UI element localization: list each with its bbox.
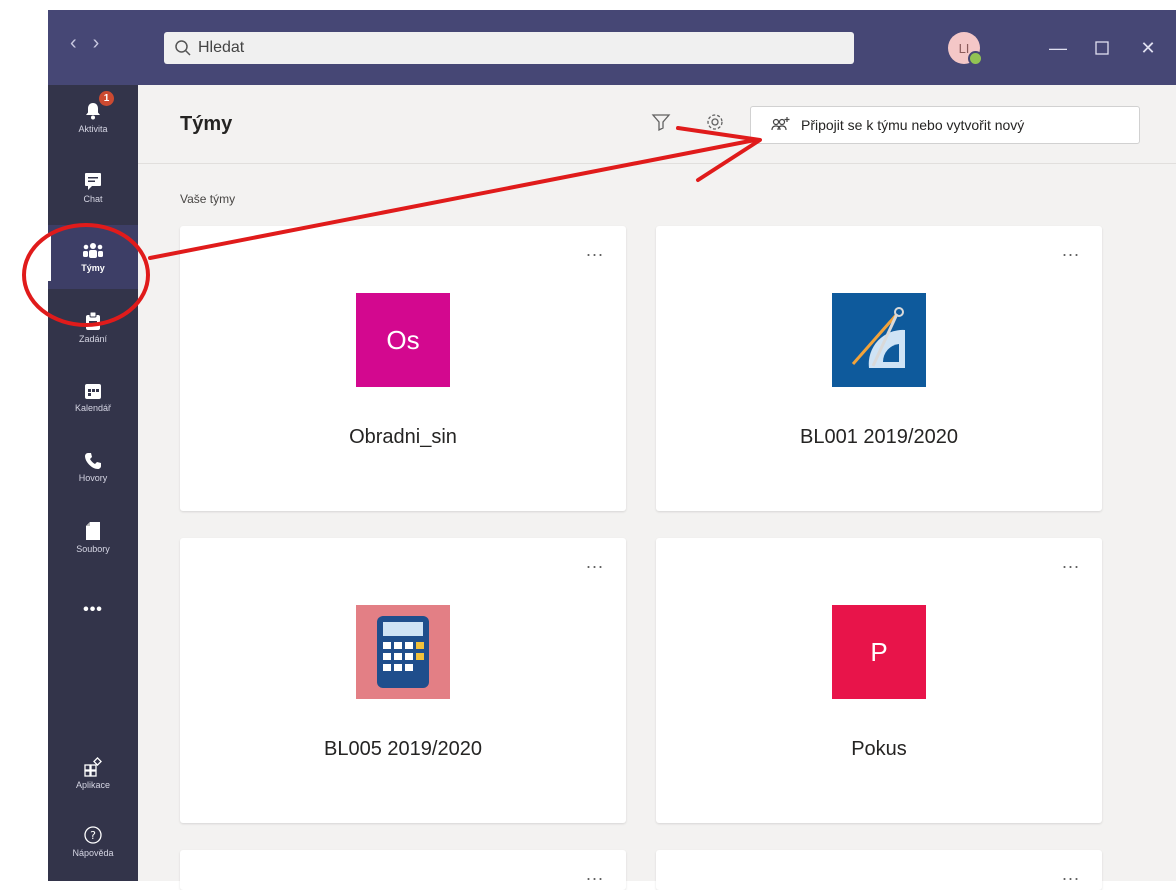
chevron-left-icon[interactable]: ‹: [70, 32, 93, 54]
rail-item-more[interactable]: •••: [48, 590, 138, 630]
rail-item-label: Chat: [83, 193, 103, 204]
gear-icon[interactable]: [704, 111, 726, 133]
rail-item-label: Soubory: [76, 543, 110, 554]
team-tile: P: [832, 605, 926, 699]
assignments-icon: [86, 311, 100, 330]
rail-item-chat[interactable]: Chat: [48, 155, 138, 219]
rail-item-files[interactable]: Soubory: [48, 505, 138, 569]
rail-item-calls[interactable]: Hovory: [48, 435, 138, 499]
files-icon: [86, 521, 100, 540]
team-name: BL005 2019/2020: [324, 738, 482, 760]
page-header: Týmy Připojit se k týmu nebo vytvořit no…: [138, 85, 1176, 164]
calculator-icon: [377, 616, 429, 688]
add-team-icon: [771, 117, 790, 131]
join-button-label: Připojit se k týmu nebo vytvořit nový: [801, 117, 1025, 133]
avatar[interactable]: LI: [948, 32, 983, 66]
search-input[interactable]: Hledat: [164, 32, 854, 64]
maximize-button[interactable]: [1082, 32, 1122, 64]
svg-text:?: ?: [90, 829, 96, 842]
close-icon: ✕: [1140, 37, 1156, 58]
filter-icon[interactable]: [650, 111, 672, 133]
rail-item-label: Hovory: [78, 472, 108, 483]
join-or-create-team-button[interactable]: Připojit se k týmu nebo vytvořit nový: [750, 106, 1140, 144]
team-name: BL001 2019/2020: [800, 426, 958, 448]
minimize-button[interactable]: —: [1038, 32, 1078, 64]
rail-item-label: Nápověda: [72, 847, 114, 858]
team-initials: P: [870, 636, 888, 667]
avatar-initials: LI: [958, 40, 970, 56]
calendar-icon: [85, 383, 101, 399]
main-panel: Týmy Připojit se k týmu nebo vytvořit no…: [138, 85, 1176, 890]
more-options-icon[interactable]: ...: [1062, 240, 1080, 261]
rail-item-label: Kalendář: [74, 402, 112, 413]
team-name: Pokus: [851, 738, 907, 760]
history-nav: ‹›: [70, 32, 115, 55]
maximize-icon: [1095, 41, 1109, 55]
team-card[interactable]: ...: [656, 850, 1102, 890]
rail-item-label: Aplikace: [75, 779, 111, 790]
chevron-right-icon[interactable]: ›: [93, 32, 116, 54]
rail-item-apps[interactable]: Aplikace: [48, 741, 138, 805]
teams-icon: [83, 242, 103, 258]
page-title: Týmy: [180, 113, 233, 135]
window-frame-left: [0, 0, 48, 881]
team-card[interactable]: ... P Pokus: [656, 538, 1102, 823]
rail-item-assignments[interactable]: Zadání: [48, 295, 138, 359]
help-icon: ?: [84, 825, 102, 844]
more-icon: •••: [83, 601, 103, 618]
rail-item-teams[interactable]: Týmy: [48, 225, 138, 289]
team-card[interactable]: ...: [180, 850, 626, 890]
team-tile: Os: [356, 293, 450, 387]
search-placeholder: Hledat: [198, 39, 245, 56]
rail-item-label: Aktivita: [78, 123, 108, 134]
more-options-icon[interactable]: ...: [586, 864, 604, 885]
title-bar: ‹› Hledat LI — ✕: [48, 10, 1176, 85]
rail-item-help[interactable]: ? Nápověda: [48, 809, 138, 873]
team-tile: [832, 293, 926, 387]
phone-icon: [85, 452, 101, 469]
minimize-icon: —: [1049, 37, 1067, 58]
team-name: Obradni_sin: [349, 426, 457, 448]
activity-badge: 1: [99, 91, 114, 106]
more-options-icon[interactable]: ...: [586, 552, 604, 573]
window-frame-top: [0, 0, 1176, 10]
apps-icon: [84, 756, 102, 777]
team-card[interactable]: ... Os Obradni_sin: [180, 226, 626, 511]
team-card[interactable]: ... BL001 2019/2020: [656, 226, 1102, 511]
geometry-tools-icon: [851, 307, 905, 368]
close-button[interactable]: ✕: [1128, 32, 1168, 64]
rail-item-activity[interactable]: 1 Aktivita: [48, 85, 138, 149]
team-initials: Os: [386, 324, 420, 355]
rail-item-label: Zadání: [78, 333, 108, 344]
rail-item-label: Týmy: [81, 262, 105, 273]
search-icon: [175, 40, 191, 56]
more-options-icon[interactable]: ...: [586, 240, 604, 261]
team-tile: [356, 605, 450, 699]
chat-icon: [85, 172, 101, 190]
section-label: Vaše týmy: [180, 192, 236, 206]
team-card[interactable]: ... BL005 2019/2020: [180, 538, 626, 823]
more-options-icon[interactable]: ...: [1062, 552, 1080, 573]
app-rail: 1 Aktivita Chat Týmy Zadání Kalendář Hov…: [48, 85, 138, 881]
more-options-icon[interactable]: ...: [1062, 864, 1080, 885]
rail-item-calendar[interactable]: Kalendář: [48, 365, 138, 429]
status-indicator: [968, 51, 983, 66]
